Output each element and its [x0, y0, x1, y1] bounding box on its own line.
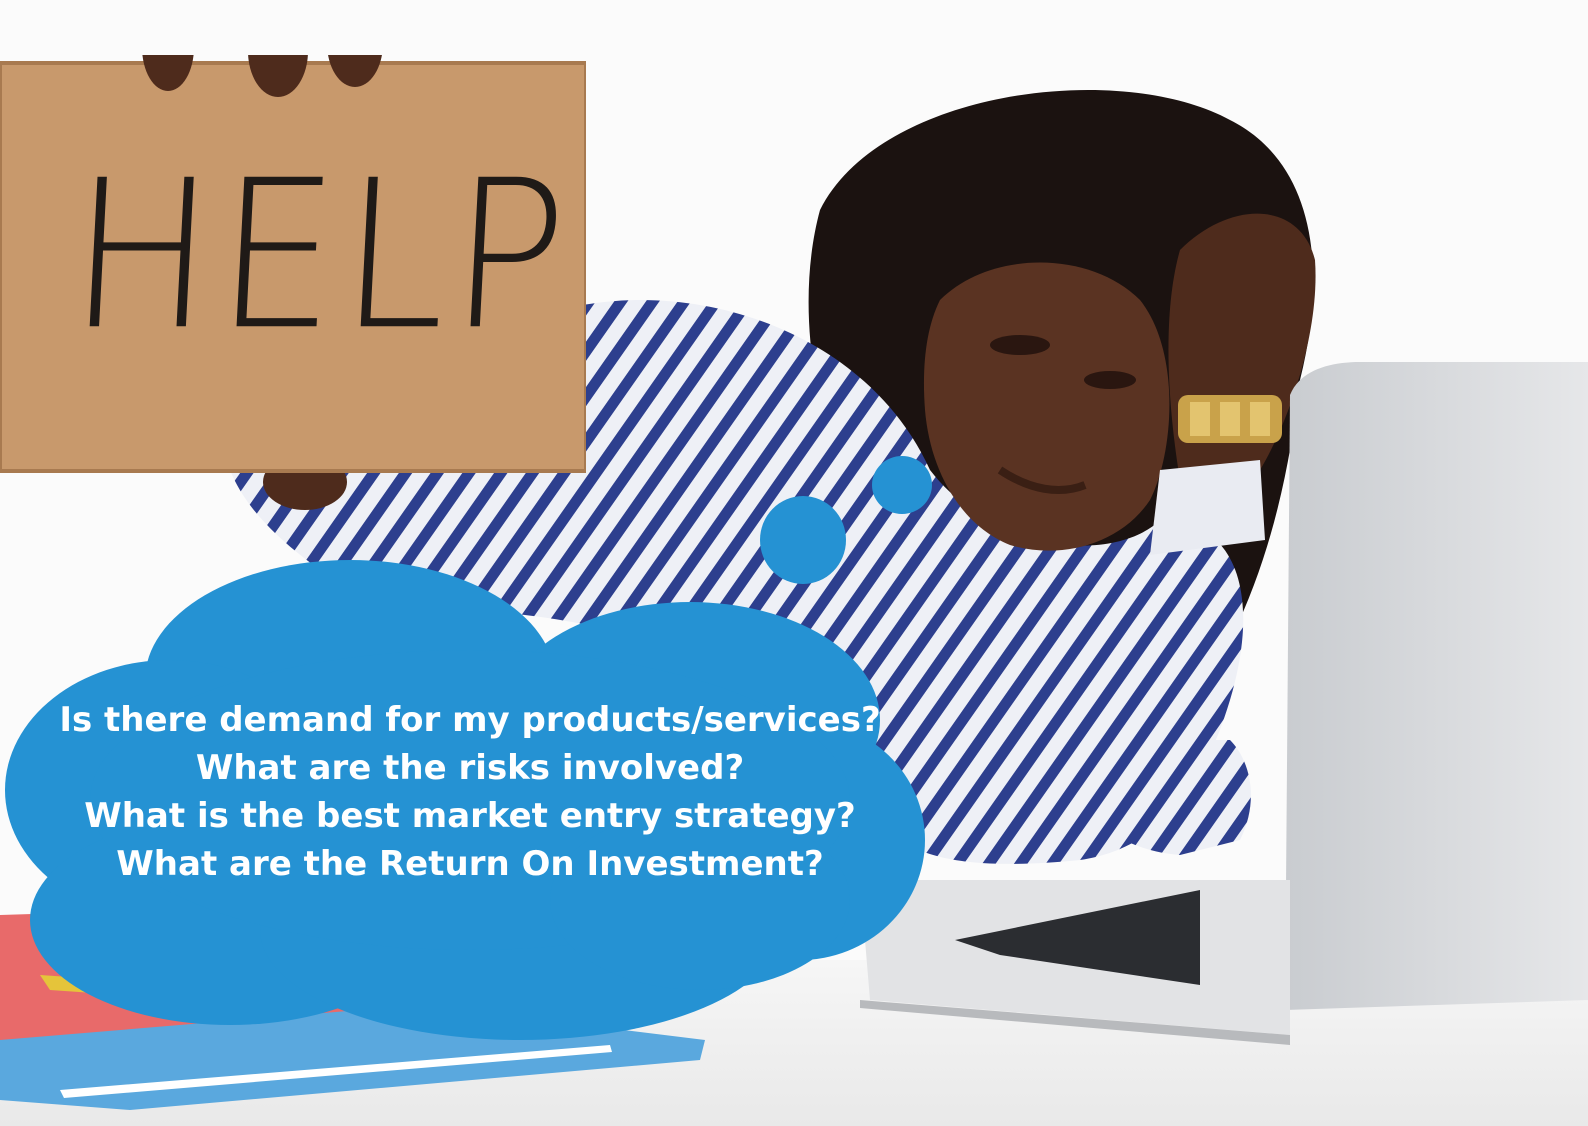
- question-line: What are the Return On Investment?: [116, 844, 824, 884]
- thought-bubble: [5, 456, 932, 1040]
- thought-dot-small: [872, 456, 932, 514]
- thought-dot-large: [760, 496, 846, 584]
- question-line: What are the risks involved?: [195, 748, 745, 788]
- question-line: What is the best market entry strategy?: [84, 796, 856, 836]
- photo-scene: HELP Is there demand for my products/ser…: [0, 0, 1588, 1126]
- question-line: Is there demand for my products/services…: [59, 700, 881, 740]
- thought-bubble-text: Is there demand for my products/services…: [30, 696, 910, 888]
